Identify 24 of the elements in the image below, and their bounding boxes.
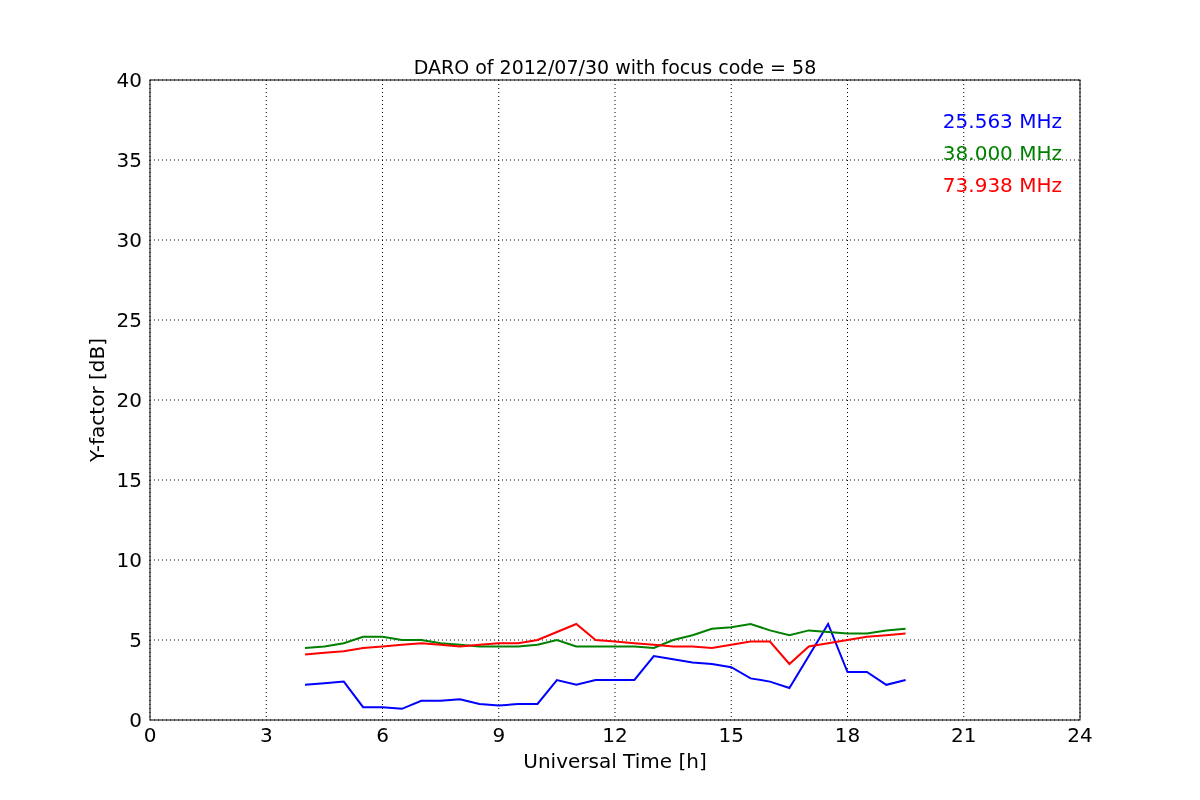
x-tick-label: 18 <box>834 723 861 747</box>
legend-label: 73.938 MHz <box>942 173 1062 197</box>
y-axis-label: Y-factor [dB] <box>85 338 109 462</box>
y-tick-label: 25 <box>116 308 142 332</box>
y-tick-label: 30 <box>116 228 142 252</box>
x-tick-label: 9 <box>492 723 506 747</box>
y-tick-label: 15 <box>116 468 142 492</box>
x-tick-label: 0 <box>143 723 157 747</box>
x-tick-label: 24 <box>1067 723 1093 747</box>
y-tick-label: 0 <box>129 708 142 732</box>
x-tick-label: 15 <box>718 723 744 747</box>
x-tick-label: 21 <box>951 723 977 747</box>
y-tick-label: 40 <box>116 68 142 92</box>
legend-label: 38.000 MHz <box>942 141 1062 165</box>
x-tick-label: 12 <box>602 723 628 747</box>
y-tick-label: 10 <box>116 548 142 572</box>
chart-title: DARO of 2012/07/30 with focus code = 58 <box>413 56 817 78</box>
legend-label: 25.563 MHz <box>942 109 1062 133</box>
y-tick-label: 20 <box>116 388 142 412</box>
y-tick-label: 35 <box>116 148 142 172</box>
x-tick-label: 3 <box>259 723 273 747</box>
x-tick-label: 6 <box>376 723 389 747</box>
y-tick-label: 5 <box>129 628 142 652</box>
x-axis-label: Universal Time [h] <box>523 749 707 773</box>
